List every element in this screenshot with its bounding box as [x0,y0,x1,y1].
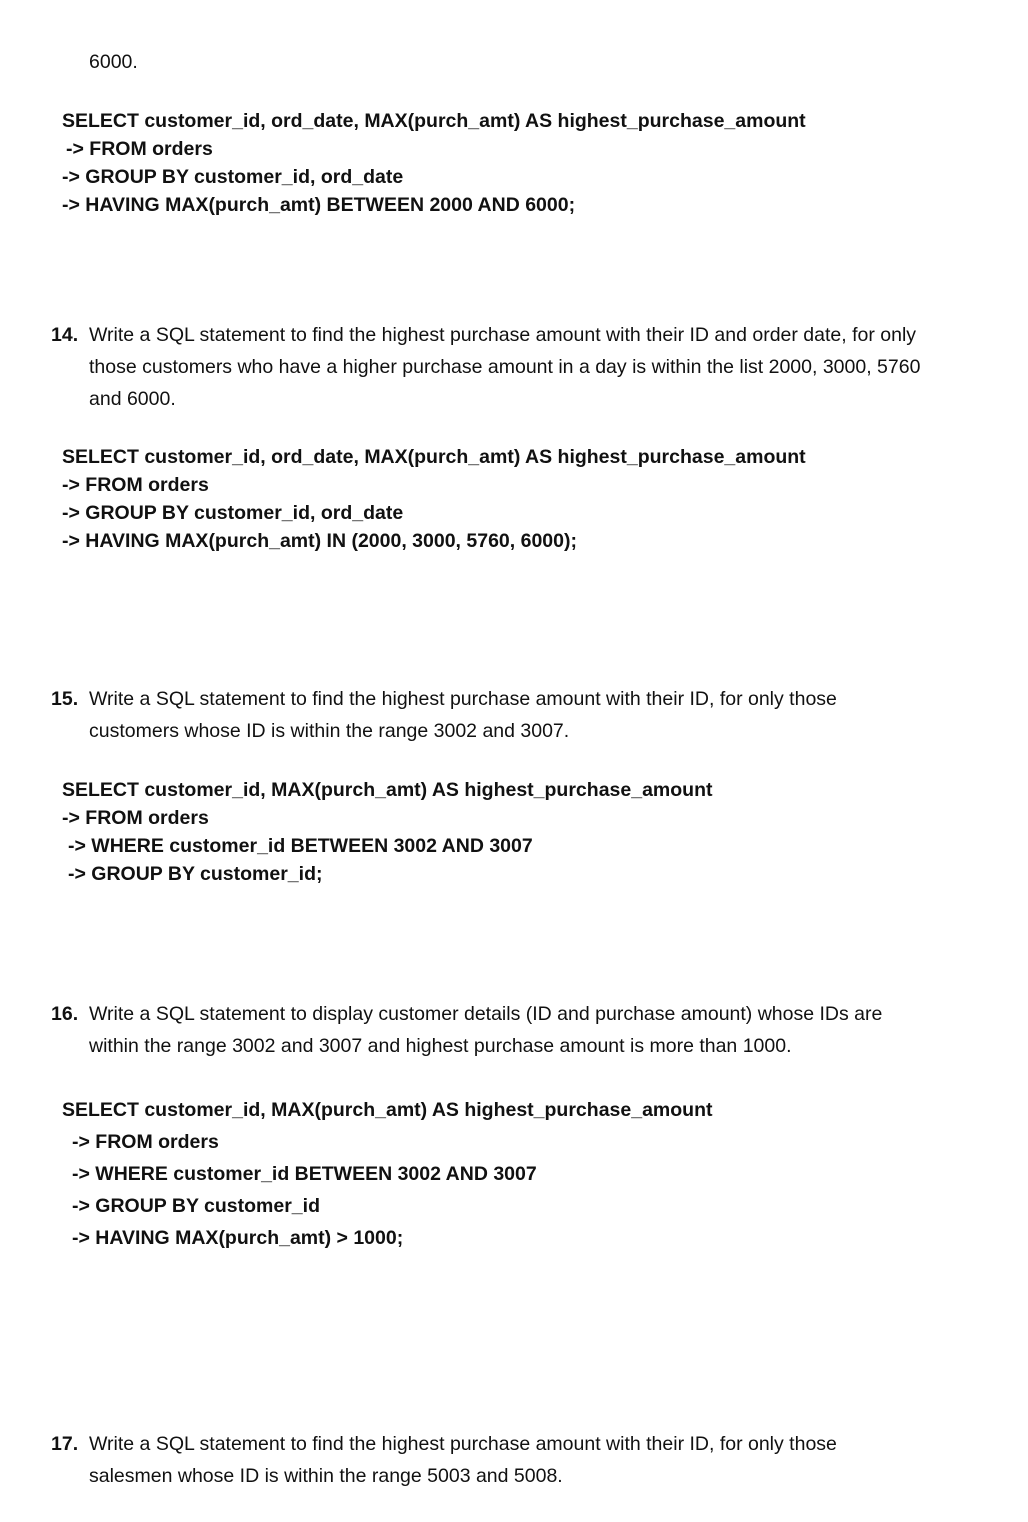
code-line: -> FROM orders [62,807,209,829]
question-line: those customers who have a higher purcha… [89,356,921,378]
code-line: -> GROUP BY customer_id, ord_date [62,502,404,524]
question-16-number: 16. [51,1003,79,1025]
question-15-text: Write a SQL statement to find the highes… [89,683,837,747]
question-16-text: Write a SQL statement to display custome… [89,998,882,1062]
question-17-text: Write a SQL statement to find the highes… [89,1428,837,1492]
question-line: Write a SQL statement to find the highes… [89,1433,837,1455]
code-line: -> FROM orders [72,1131,219,1153]
code-line: -> FROM orders [62,474,209,496]
question-line: salesmen whose ID is within the range 50… [89,1465,563,1487]
code-line: -> HAVING MAX(purch_amt) > 1000; [72,1227,404,1249]
question-15-number: 15. [51,688,79,710]
question-line: and 6000. [89,388,176,410]
code-line: -> GROUP BY customer_id; [68,863,323,885]
question-line: Write a SQL statement to find the highes… [89,688,837,710]
code-line: -> HAVING MAX(purch_amt) IN (2000, 3000,… [62,530,577,552]
code-line: -> GROUP BY customer_id [72,1195,320,1217]
code-block-16: SELECT customer_id, MAX(purch_amt) AS hi… [62,1094,712,1254]
document-page: 6000. SELECT customer_id, ord_date, MAX(… [0,0,1028,1522]
code-line: -> GROUP BY customer_id, ord_date [62,166,404,188]
code-block-14: SELECT customer_id, ord_date, MAX(purch_… [62,443,806,555]
code-block-13: SELECT customer_id, ord_date, MAX(purch_… [62,107,806,219]
code-line: SELECT customer_id, MAX(purch_amt) AS hi… [62,779,713,801]
question-14-number: 14. [51,324,79,346]
code-line: -> FROM orders [66,138,213,160]
question-line: Write a SQL statement to display custome… [89,1003,883,1025]
code-line: -> WHERE customer_id BETWEEN 3002 AND 30… [68,835,533,857]
code-line: SELECT customer_id, MAX(purch_amt) AS hi… [62,1099,713,1121]
code-line: SELECT customer_id, ord_date, MAX(purch_… [62,446,806,468]
code-block-15: SELECT customer_id, MAX(purch_amt) AS hi… [62,776,712,888]
question-line: customers whose ID is within the range 3… [89,720,570,742]
code-line: SELECT customer_id, ord_date, MAX(purch_… [62,110,806,132]
question-17-number: 17. [51,1433,79,1455]
question-line: within the range 3002 and 3007 and highe… [89,1035,792,1057]
code-line: -> WHERE customer_id BETWEEN 3002 AND 30… [72,1163,537,1185]
question-14-text: Write a SQL statement to find the highes… [89,319,920,415]
intro-tail-text: 6000. [89,51,138,73]
code-line: -> HAVING MAX(purch_amt) BETWEEN 2000 AN… [62,194,576,216]
question-line: Write a SQL statement to find the highes… [89,324,917,346]
